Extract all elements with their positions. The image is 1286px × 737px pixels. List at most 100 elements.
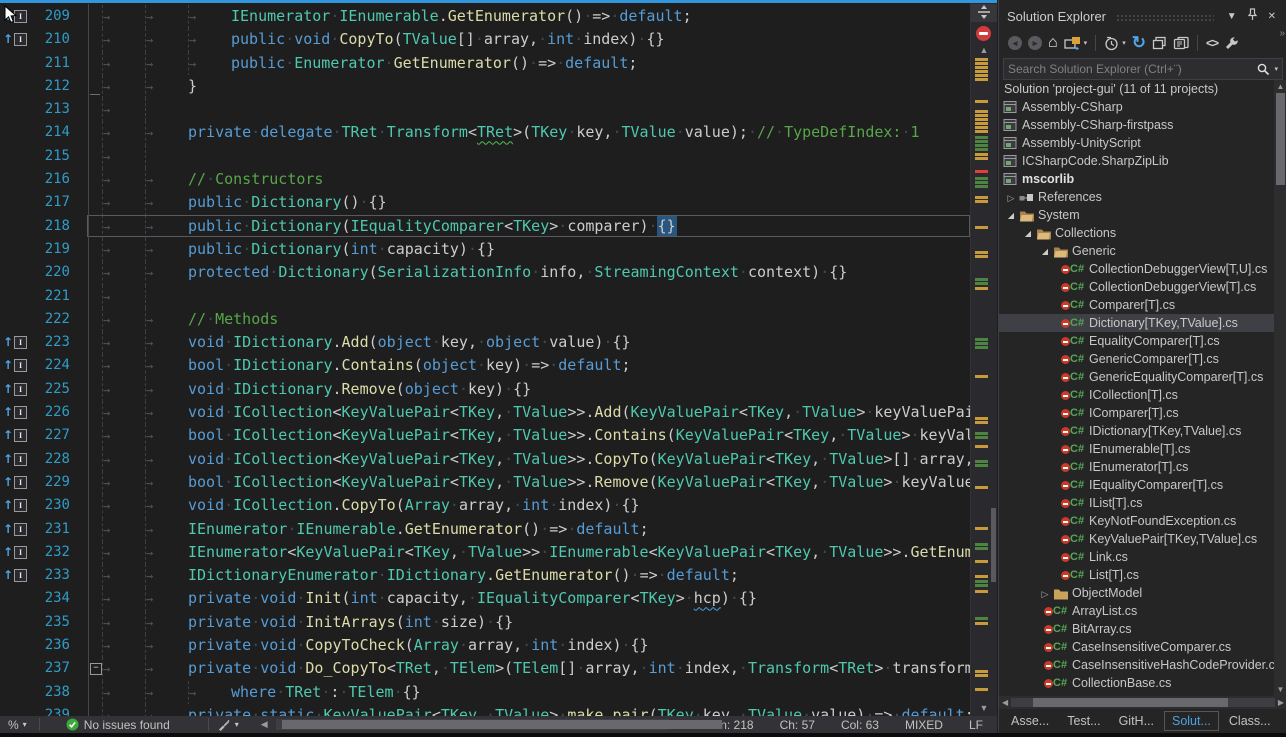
line-number[interactable]: 229	[26, 471, 70, 494]
panel-tab[interactable]: Class...	[1221, 711, 1279, 731]
code-line[interactable]: ↑I209→→→IEnumerator·IEnumerable.GetEnume…	[0, 5, 971, 28]
line-number[interactable]: 225	[26, 378, 70, 401]
tree-item[interactable]: C#ICollection[T].cs	[999, 386, 1286, 404]
code-line[interactable]: 222→→//·Methods	[0, 308, 971, 331]
code-line[interactable]: ↑I233→→IDictionaryEnumerator·IDictionary…	[0, 564, 971, 587]
tree-item[interactable]: C#Comparer[T].cs	[999, 296, 1286, 314]
preview-selected-button[interactable]	[1170, 33, 1192, 53]
code-line[interactable]: ↑I227→→bool·ICollection<KeyValuePair<TKe…	[0, 424, 971, 447]
refresh-icon[interactable]: ↻	[1129, 33, 1149, 53]
line-number[interactable]: 228	[26, 448, 70, 471]
code-text[interactable]: →→bool·ICollection<KeyValuePair<TKey,·TV…	[102, 471, 971, 494]
code-line[interactable]: ↑I232→→IEnumerator<KeyValuePair<TKey,·TV…	[0, 541, 971, 564]
tree-vertical-scrollbar[interactable]: ▲ ▼	[1274, 80, 1286, 696]
line-number[interactable]: 223	[26, 331, 70, 354]
line-number[interactable]: 210	[26, 28, 70, 51]
scroll-up-icon[interactable]: ▲	[971, 45, 997, 55]
tree-item[interactable]: ◢System	[999, 206, 1286, 224]
tree-expander-icon[interactable]: ◢	[1037, 241, 1053, 261]
line-number[interactable]: 212	[26, 75, 70, 98]
tree-item[interactable]: C#IEnumerator[T].cs	[999, 458, 1286, 476]
horizontal-scrollbar-thumb[interactable]	[282, 720, 722, 729]
overview-ruler-scrollbar[interactable]: ▲ ▼	[970, 0, 997, 716]
panel-tab[interactable]: Asse...	[1003, 711, 1057, 731]
line-number[interactable]: 226	[26, 401, 70, 424]
editor-split-handle-icon[interactable]	[971, 4, 997, 22]
home-icon[interactable]: ⌂	[1045, 33, 1061, 53]
line-number[interactable]: 214	[26, 121, 70, 144]
code-line[interactable]: ↑I224→→bool·IDictionary.Contains(object·…	[0, 354, 971, 377]
code-line[interactable]: 217→→public·Dictionary()·{}	[0, 191, 971, 214]
line-number[interactable]: 216	[26, 168, 70, 191]
code-line[interactable]: 238 →→→where·TRet·:·TElem·{}	[0, 681, 971, 704]
code-text[interactable]: →→→IEnumerator·IEnumerable.GetEnumerator…	[102, 5, 971, 28]
scroll-down-icon[interactable]: ▼	[971, 703, 997, 713]
code-text[interactable]: →→private·void·Do_CopyTo<TRet,·TElem>(TE…	[102, 657, 971, 680]
tree-item[interactable]: C#BitArray.cs	[999, 620, 1286, 638]
code-text[interactable]: →	[102, 285, 971, 308]
code-text[interactable]: →→→where·TRet·:·TElem·{}	[102, 681, 971, 704]
tree-item[interactable]: mscorlib	[999, 170, 1286, 188]
scroll-down-icon[interactable]: ▼	[1274, 685, 1286, 694]
line-number[interactable]: 213	[26, 98, 70, 121]
close-icon[interactable]: ✕	[1263, 11, 1281, 22]
line-number[interactable]: 238	[26, 681, 70, 704]
code-line[interactable]: ↑I225→→void·IDictionary.Remove(object·ke…	[0, 378, 971, 401]
properties-button[interactable]	[1221, 33, 1242, 53]
code-text[interactable]: →→public·Dictionary(IEqualityComparer<TK…	[102, 215, 971, 238]
line-number[interactable]: 209	[26, 5, 70, 28]
code-text[interactable]: →→void·ICollection<KeyValuePair<TKey,·TV…	[102, 401, 971, 424]
panel-tab[interactable]: Test...	[1059, 711, 1108, 731]
code-text[interactable]: →→→public·Enumerator·GetEnumerator()·=>·…	[102, 52, 971, 75]
zoom-caret-icon[interactable]: ▾	[23, 720, 27, 729]
code-text[interactable]: →→void·IDictionary.Add(object·key,·objec…	[102, 331, 971, 354]
tree-expander-icon[interactable]: ▷	[1037, 584, 1053, 603]
code-line[interactable]: 236→→private·void·CopyToCheck(Array·arra…	[0, 634, 971, 657]
code-line[interactable]: ↑I226→→void·ICollection<KeyValuePair<TKe…	[0, 401, 971, 424]
tree-item[interactable]: C#IComparer[T].cs	[999, 404, 1286, 422]
status-line-ending[interactable]: LF	[969, 718, 983, 732]
tree-item[interactable]: C#IDictionary[TKey,TValue].cs	[999, 422, 1286, 440]
code-editor[interactable]: ↑I209→→→IEnumerator·IEnumerable.GetEnume…	[0, 0, 997, 716]
code-text[interactable]: →→//·Constructors	[102, 168, 971, 191]
tree-item[interactable]: C#Link.cs	[999, 548, 1286, 566]
tree-item[interactable]: C#KeyValuePair[TKey,TValue].cs	[999, 530, 1286, 548]
horizontal-scrollbar[interactable]	[276, 719, 669, 730]
code-line[interactable]: 213 →	[0, 98, 971, 121]
tree-item[interactable]: C#EqualityComparer[T].cs	[999, 332, 1286, 350]
collapse-region-icon[interactable]: −	[90, 663, 102, 675]
document-error-indicator-icon[interactable]	[976, 26, 991, 41]
code-text[interactable]: →→public·Dictionary()·{}	[102, 191, 971, 214]
back-button[interactable]: ◂	[1005, 33, 1025, 53]
line-number[interactable]: 237	[26, 657, 70, 680]
code-text[interactable]: →→public·Dictionary(int·capacity)·{}	[102, 238, 971, 261]
code-line[interactable]: 234→→private·void·Init(int·capacity,·IEq…	[0, 587, 971, 610]
line-number[interactable]: 233	[26, 564, 70, 587]
tree-item[interactable]: Assembly-CSharp	[999, 98, 1286, 116]
zoom-level-selector[interactable]: %	[8, 718, 19, 732]
scroll-up-icon[interactable]: ▲	[1274, 82, 1286, 91]
code-text[interactable]: →→IEnumerator<KeyValuePair<TKey,·TValue>…	[102, 541, 971, 564]
tree-item[interactable]: C#CaseInsensitiveHashCodeProvider.cs	[999, 656, 1286, 674]
code-line[interactable]: 237 −→→private·void·Do_CopyTo<TRet,·TElem…	[0, 657, 971, 680]
tree-item[interactable]: ▷ObjectModel	[999, 584, 1286, 602]
panel-tab[interactable]: Tea...	[1281, 711, 1286, 731]
drag-grip[interactable]	[1116, 14, 1214, 22]
code-text[interactable]: →	[102, 98, 971, 121]
code-text[interactable]: →→IDictionaryEnumerator·IDictionary.GetE…	[102, 564, 971, 587]
panel-tab[interactable]: Solut...	[1164, 711, 1219, 731]
scroll-right-icon[interactable]: ▶	[1275, 698, 1286, 707]
view-code-icon[interactable]: <>	[1203, 33, 1221, 53]
search-caret-icon[interactable]: ▾	[1274, 65, 1278, 73]
tree-item[interactable]: Assembly-UnityScript	[999, 134, 1286, 152]
tree-expander-icon[interactable]: ◢	[1003, 205, 1019, 225]
tree-item[interactable]: Solution 'project-gui' (11 of 11 project…	[999, 80, 1286, 98]
line-number[interactable]: 234	[26, 587, 70, 610]
tree-item[interactable]: C#GenericEqualityComparer[T].cs	[999, 368, 1286, 386]
line-number[interactable]: 218	[26, 215, 70, 238]
tree-item[interactable]: Assembly-CSharp-firstpass	[999, 116, 1286, 134]
line-number[interactable]: 239	[26, 704, 70, 716]
pending-changes-filter-button[interactable]: ▾	[1101, 33, 1129, 53]
code-text[interactable]: →→void·IDictionary.Remove(object·key)·{}	[102, 378, 971, 401]
line-number[interactable]: 219	[26, 238, 70, 261]
